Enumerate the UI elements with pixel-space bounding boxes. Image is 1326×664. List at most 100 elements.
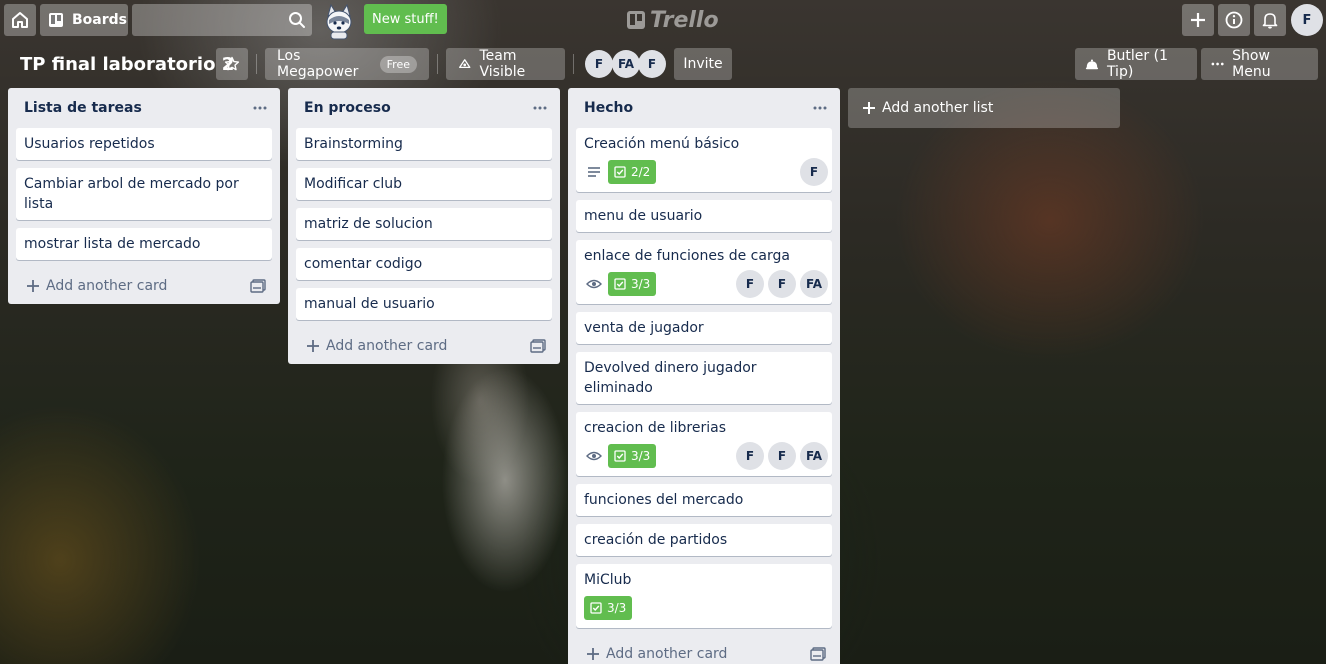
board-title[interactable]: TP final laboratorio 2 [12,48,242,80]
card[interactable]: matriz de solucion [296,208,552,240]
card-title: venta de jugador [584,320,704,336]
add-card-button[interactable]: Add another card [296,328,552,364]
card[interactable]: Creación menú básico 2/2 F [576,128,832,192]
new-stuff-button[interactable]: New stuff! [364,4,447,34]
card-title: creación de partidos [584,532,728,548]
list-lista-de-tareas: Lista de tareas Usuarios repetidos Cambi… [8,88,280,304]
card[interactable]: Cambiar arbol de mercado por lista [16,168,272,220]
board-member-avatar[interactable]: FA [612,50,640,78]
card-title: Usuarios repetidos [24,136,155,152]
taco-mascot-icon[interactable] [320,2,358,40]
checklist-count: 3/3 [631,277,651,291]
card[interactable]: mostrar lista de mercado [16,228,272,260]
bell-icon [1262,13,1278,29]
card-member-avatar[interactable]: F [768,270,796,298]
checklist-icon [614,166,626,178]
team-name: Los Megapower [277,48,359,80]
card[interactable]: menu de usuario [576,200,832,232]
list-hecho: Hecho Creación menú básico 2/2 F menu de… [568,88,840,664]
butler-button[interactable]: Butler (1 Tip) [1075,48,1197,80]
card-badges: 3/3 [584,594,824,622]
watching-badge [584,444,604,468]
card-template-icon[interactable] [810,647,826,661]
card-member-avatar[interactable]: F [768,442,796,470]
team-button[interactable]: Los Megapower Free [265,48,429,80]
list-title[interactable]: En proceso [304,100,391,116]
checklist-icon [614,450,626,462]
show-menu-button[interactable]: Show Menu [1201,48,1318,80]
card-member-avatar[interactable]: FA [800,442,828,470]
invite-button[interactable]: Invite [674,48,732,80]
card-template-icon[interactable] [530,339,546,353]
card-template-icon[interactable] [250,279,266,293]
list-title[interactable]: Hecho [584,100,633,116]
card-member-avatar[interactable]: F [800,158,828,186]
visibility-button[interactable]: Team Visible [446,48,565,80]
star-board-button[interactable] [216,48,248,80]
card[interactable]: venta de jugador [576,312,832,344]
plus-icon [863,102,875,114]
logo-text: Trello [650,7,719,33]
more-icon [1211,62,1224,66]
card-member-avatar[interactable]: FA [800,270,828,298]
notifications-button[interactable] [1254,4,1286,36]
board-member-avatar[interactable]: F [585,50,613,78]
add-card-label: Add another card [326,338,448,354]
card-members: F F FA [736,442,828,470]
add-list-button[interactable]: Add another list [848,88,1120,128]
card[interactable]: enlace de funciones de carga 3/3 F F FA [576,240,832,304]
search-input[interactable] [132,4,282,36]
add-card-button[interactable]: Add another card [16,268,272,304]
trello-logo[interactable]: Trello [626,7,719,33]
boards-button[interactable]: Boards [40,4,128,36]
list-menu-icon[interactable] [812,105,828,111]
create-button[interactable] [1182,4,1214,36]
home-icon [12,12,28,28]
card-title: Devolved dinero jugador eliminado [584,360,757,396]
top-header: Boards New stuff! Trello F [0,0,1326,40]
checklist-count: 2/2 [631,165,651,179]
card-title: comentar codigo [304,256,423,272]
eye-icon [586,451,602,461]
checklist-badge: 3/3 [584,596,633,620]
list-menu-icon[interactable] [532,105,548,111]
board-member-avatar[interactable]: F [638,50,666,78]
card[interactable]: comentar codigo [296,248,552,280]
card-title: creacion de librerias [584,420,727,436]
card[interactable]: MiClub 3/3 [576,564,832,628]
card[interactable]: creacion de librerias 3/3 F F FA [576,412,832,476]
list-title[interactable]: Lista de tareas [24,100,142,116]
card[interactable]: Usuarios repetidos [16,128,272,160]
add-card-button[interactable]: Add another card [576,636,832,664]
trello-logo-icon [627,11,645,29]
card-title: matriz de solucion [304,216,433,232]
search-icon[interactable] [288,11,306,29]
card-title: Cambiar arbol de mercado por lista [24,176,239,212]
plus-icon [27,280,39,292]
card[interactable]: Devolved dinero jugador eliminado [576,352,832,404]
info-button[interactable] [1218,4,1250,36]
plus-icon [587,648,599,660]
card[interactable]: creación de partidos [576,524,832,556]
add-card-label: Add another card [46,278,168,294]
card[interactable]: funciones del mercado [576,484,832,516]
card[interactable]: Modificar club [296,168,552,200]
checklist-count: 3/3 [631,449,651,463]
add-list-label: Add another list [882,100,994,116]
search-box[interactable] [132,4,312,36]
card[interactable]: Brainstorming [296,128,552,160]
card-member-avatar[interactable]: F [736,270,764,298]
boards-icon [49,13,63,27]
boards-label: Boards [72,12,127,28]
header-divider [256,54,257,74]
card-title: Modificar club [304,176,403,192]
home-button[interactable] [4,4,36,36]
card[interactable]: manual de usuario [296,288,552,320]
star-icon [224,56,240,71]
plus-icon [307,340,319,352]
card-member-avatar[interactable]: F [736,442,764,470]
list-header: En proceso [296,88,552,128]
list-menu-icon[interactable] [252,105,268,111]
card-title: MiClub [584,572,632,588]
user-avatar[interactable]: F [1291,4,1323,36]
